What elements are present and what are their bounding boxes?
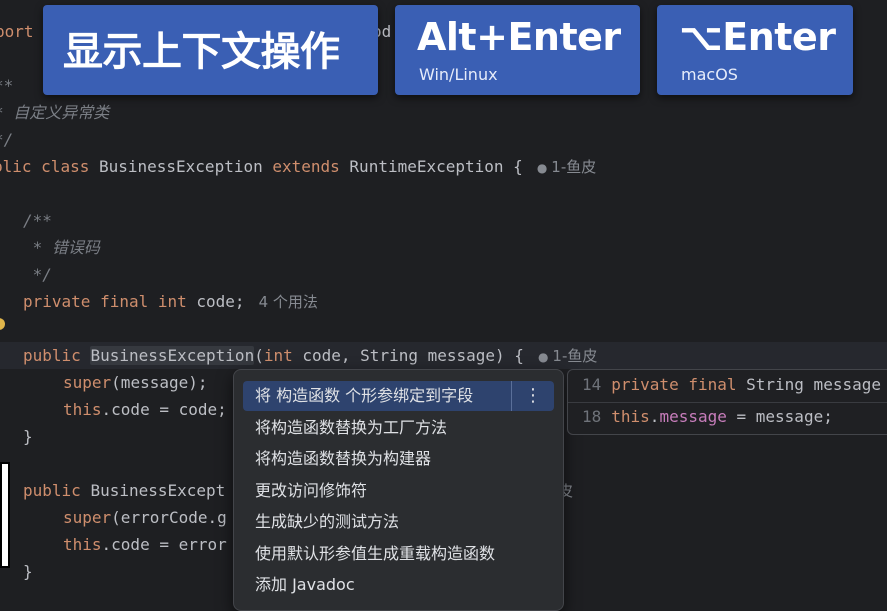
author-label: 1-鱼皮 [551, 158, 597, 176]
code-line: /** [23, 207, 52, 234]
comment-text: 错误码 [51, 238, 100, 257]
menu-item-label: 将构造函数替换为构建器 [255, 449, 432, 468]
code-line: super(errorCode.g [63, 504, 227, 531]
comment-text: 自定义异常类 [13, 103, 110, 122]
preview-line: 14 private final String message [582, 371, 881, 399]
code-token: (errorCode.g [111, 508, 227, 527]
code-line: } [23, 423, 33, 450]
author-inlay-hint[interactable]: ● 1-鱼皮 [538, 347, 597, 365]
code-line: public BusinessExcept [23, 477, 225, 504]
code-line: * 错误码 [23, 234, 100, 261]
usages-inlay-hint[interactable]: 4 个用法 [259, 293, 318, 311]
person-icon: ● [537, 350, 549, 364]
platform-label: Win/Linux [419, 65, 498, 84]
code-token: class [41, 157, 99, 176]
code-token: .code = code; [101, 400, 227, 419]
menu-item-label: 生成缺少的测试方法 [255, 512, 400, 531]
menu-item-replace-with-builder[interactable]: 将构造函数替换为构建器 [243, 444, 554, 474]
context-actions-menu: 将 构造函数 个形参绑定到字段 ⋮ 将构造函数替换为工厂方法 将构造函数替换为构… [233, 369, 564, 611]
code-token: } [23, 562, 33, 581]
code-token: public [23, 481, 91, 500]
code-token: code, String message) { [302, 346, 524, 365]
code-line: private final int code; 4 个用法 [23, 288, 318, 315]
code-token: * [0, 103, 13, 122]
code-token: } [23, 427, 33, 446]
menu-item-bind-params-to-fields[interactable]: 将 构造函数 个形参绑定到字段 ⋮ [243, 381, 554, 411]
code-line: */ [0, 126, 13, 153]
code-token: BusinessExcept [90, 481, 226, 500]
code-token: port [0, 22, 34, 41]
code-token: */ [0, 130, 14, 149]
code-token: this [611, 407, 650, 426]
line-number: 14 [582, 375, 602, 394]
menu-item-label: 添加 Javadoc [255, 575, 355, 594]
menu-item-change-access-modifier[interactable]: 更改访问修饰符 [243, 476, 554, 506]
code-token: int [157, 292, 197, 311]
code-token: this [63, 400, 102, 419]
code-token: message [659, 407, 727, 426]
menu-item-label: 更改访问修饰符 [255, 481, 368, 500]
code-token: this [63, 535, 102, 554]
code-token: code; [196, 292, 245, 311]
code-token: */ [23, 265, 52, 284]
code-token: blic [0, 157, 32, 176]
code-line: super(message); [63, 369, 208, 396]
mac-shortcut-banner: ⌥Enter macOS [657, 5, 853, 95]
code-token: final [688, 375, 747, 394]
code-token: RuntimeException { [349, 157, 523, 176]
side-thumbnail [0, 462, 10, 568]
line-number: 18 [582, 407, 602, 426]
code-line: this.code = error [63, 531, 227, 558]
menu-item-overload-constructor[interactable]: 使用默认形参值生成重载构造函数 [243, 539, 554, 569]
code-line: public BusinessException(int code, Strin… [23, 342, 597, 369]
code-token: final [100, 292, 158, 311]
code-token: ( [254, 346, 264, 365]
menu-item-label: 将 构造函数 个形参绑定到字段 [255, 386, 474, 405]
code-token: extends [272, 157, 350, 176]
menu-item-label: 将构造函数替换为工厂方法 [255, 418, 448, 437]
code-token: super [63, 508, 112, 527]
code-line: this.code = code; [63, 396, 227, 423]
code-token: private [23, 292, 101, 311]
menu-item-add-javadoc[interactable]: 添加 Javadoc [243, 570, 554, 600]
code-token: ** [0, 76, 14, 95]
person-icon: ● [536, 161, 548, 175]
preview-line: 18 this.message = message; [582, 403, 833, 431]
code-line: * 自定义异常类 [0, 99, 109, 126]
code-token: int [263, 346, 303, 365]
author-label: 1-鱼皮 [552, 347, 598, 365]
shortcut-keys: ⌥Enter [679, 15, 836, 59]
author-inlay-hint[interactable]: ● 1-鱼皮 [537, 158, 596, 176]
menu-item-generate-tests[interactable]: 生成缺少的测试方法 [243, 507, 554, 537]
code-token: public [23, 346, 91, 365]
code-token: .code = error [101, 535, 227, 554]
code-line: */ [23, 261, 52, 288]
menu-item-label: 使用默认形参值生成重载构造函数 [255, 544, 496, 563]
platform-label: macOS [681, 65, 738, 84]
code-line: ** [0, 72, 13, 99]
code-token: String message [746, 375, 881, 394]
code-line: blic class BusinessException extends Run… [0, 153, 596, 180]
code-token: (message); [111, 373, 208, 392]
intention-preview: 14 private final String message 18 this.me… [567, 369, 887, 435]
banner-title: 显示上下文操作 [63, 29, 340, 75]
code-token: * [23, 238, 52, 257]
code-token: /** [23, 211, 52, 230]
code-token: BusinessException [98, 157, 273, 176]
code-line: port [0, 18, 34, 45]
code-line: } [23, 558, 33, 585]
code-token: super [63, 373, 112, 392]
shortcut-keys: Alt+Enter [417, 15, 621, 59]
context-actions-banner: 显示上下文操作 [43, 5, 378, 95]
menu-item-replace-with-factory[interactable]: 将构造函数替换为工厂方法 [243, 413, 554, 443]
code-token: . [649, 407, 660, 426]
lightbulb-icon[interactable] [0, 318, 5, 330]
constructor-name[interactable]: BusinessException [90, 346, 255, 365]
code-token: = message; [726, 407, 833, 426]
more-options-icon[interactable]: ⋮ [511, 381, 554, 411]
win-shortcut-banner: Alt+Enter Win/Linux [395, 5, 640, 95]
code-token: private [611, 375, 689, 394]
